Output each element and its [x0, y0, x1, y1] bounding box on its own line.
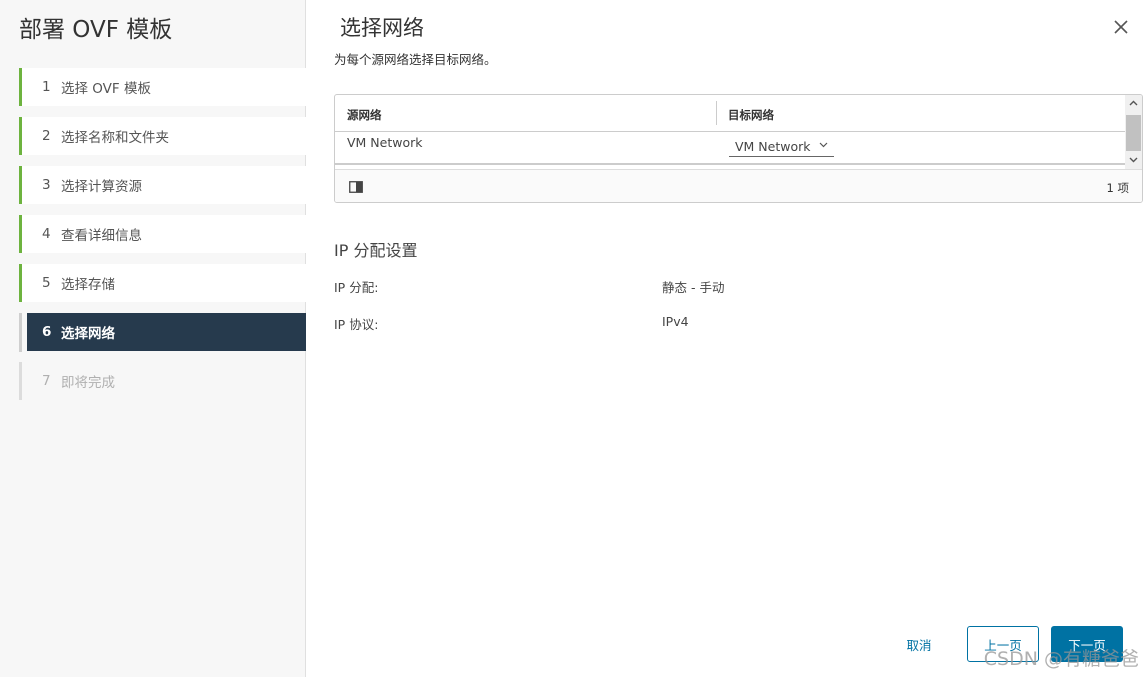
step-label: 选择 OVF 模板 [61, 81, 151, 97]
grid-header: 源网络 目标网络 [335, 95, 1125, 132]
step-select-compute-resource[interactable]: 3 选择计算资源 [19, 166, 306, 204]
scroll-up-icon[interactable] [1129, 99, 1138, 108]
scroll-down-icon[interactable] [1129, 155, 1138, 164]
step-label: 即将完成 [61, 375, 115, 391]
step-label: 查看详细信息 [61, 228, 142, 244]
step-review-details[interactable]: 4 查看详细信息 [19, 215, 306, 253]
step-number: 6 [42, 324, 52, 340]
network-mapping-grid: 源网络 目标网络 VM Network VM Network 1 项 [334, 94, 1143, 203]
step-select-storage[interactable]: 5 选择存储 [19, 264, 306, 302]
grid-footer: 1 项 [335, 169, 1142, 202]
step-label: 选择网络 [61, 326, 115, 342]
ip-allocation-value: 静态 - 手动 [662, 280, 725, 295]
page-title: 选择网络 [340, 16, 424, 40]
target-network-select[interactable]: VM Network [729, 136, 834, 157]
step-list: 1 选择 OVF 模板 2 选择名称和文件夹 3 选择计算资源 4 查看详细信息… [19, 68, 306, 411]
step-number: 5 [42, 275, 51, 291]
step-label: 选择名称和文件夹 [61, 130, 169, 146]
step-label: 选择计算资源 [61, 179, 142, 195]
cancel-button[interactable]: 取消 [891, 626, 947, 662]
column-header-target-network[interactable]: 目标网络 [728, 107, 774, 123]
wizard-title: 部署 OVF 模板 [19, 17, 173, 43]
wizard-content: 选择网络 为每个源网络选择目标网络。 源网络 目标网络 VM Network V… [306, 0, 1145, 677]
column-toggle-icon[interactable] [349, 181, 363, 193]
close-icon[interactable] [1111, 17, 1131, 37]
step-select-ovf-template[interactable]: 1 选择 OVF 模板 [19, 68, 306, 106]
step-select-name-folder[interactable]: 2 选择名称和文件夹 [19, 117, 306, 155]
column-header-source-network[interactable]: 源网络 [347, 107, 382, 123]
table-row[interactable]: VM Network VM Network [335, 132, 1125, 165]
source-network-cell: VM Network [347, 135, 423, 150]
ip-allocation-label: IP 分配: [334, 280, 379, 295]
step-number: 4 [42, 226, 51, 242]
target-network-value: VM Network [735, 139, 811, 154]
step-number: 3 [42, 177, 51, 193]
step-number: 2 [42, 128, 51, 144]
step-number: 7 [42, 373, 51, 389]
next-button[interactable]: 下一页 [1051, 626, 1123, 662]
page-subtitle: 为每个源网络选择目标网络。 [334, 52, 497, 67]
item-count: 1 项 [1106, 181, 1129, 195]
scrollbar-thumb[interactable] [1126, 115, 1141, 151]
step-number: 1 [42, 79, 51, 95]
chevron-down-icon [819, 142, 828, 148]
ip-protocol-value: IPv4 [662, 314, 689, 329]
grid-scrollbar[interactable] [1125, 95, 1142, 169]
ip-allocation-section-title: IP 分配设置 [334, 241, 418, 260]
step-label: 选择存储 [61, 277, 115, 293]
ip-protocol-label: IP 协议: [334, 317, 379, 332]
back-button[interactable]: 上一页 [967, 626, 1039, 662]
column-resize-handle[interactable] [716, 101, 717, 125]
step-ready-to-complete: 7 即将完成 [19, 362, 306, 400]
step-select-network[interactable]: 6 选择网络 [27, 313, 306, 351]
wizard-sidebar: 部署 OVF 模板 1 选择 OVF 模板 2 选择名称和文件夹 3 选择计算资… [0, 0, 306, 677]
